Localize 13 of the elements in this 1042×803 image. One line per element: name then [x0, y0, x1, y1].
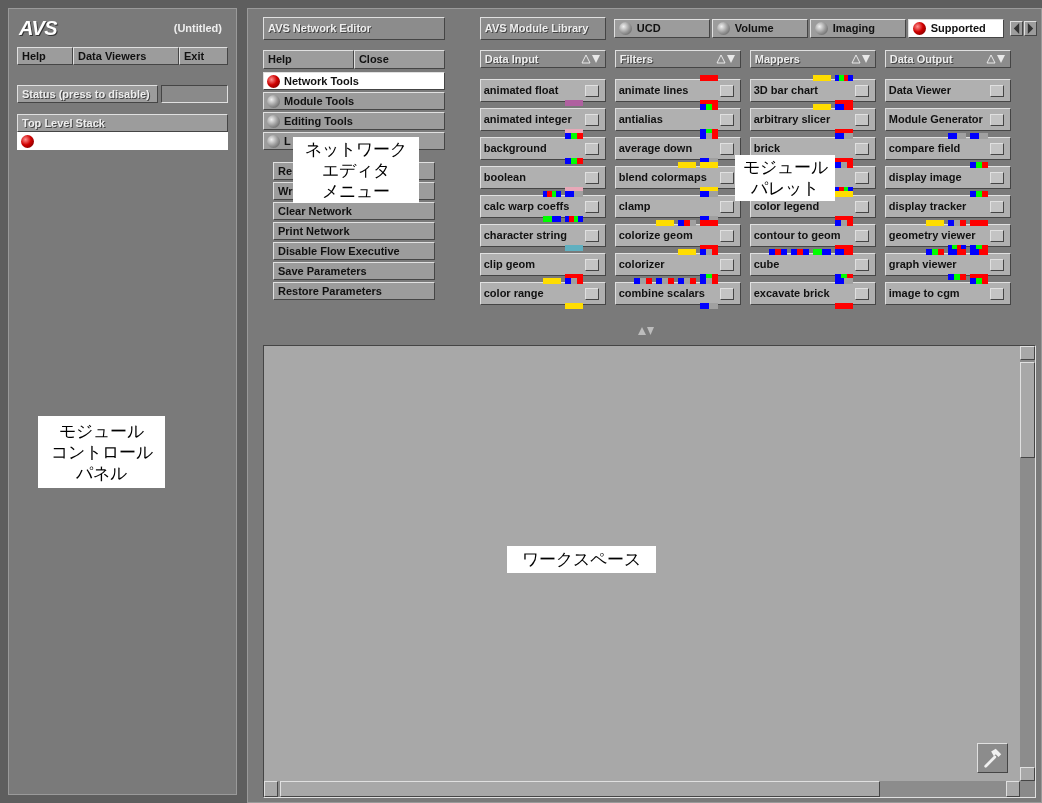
annotation-text: モジュール	[742, 157, 828, 178]
annotation-text: メニュー	[322, 180, 390, 202]
logo: AVS	[19, 16, 58, 41]
stack-header: Top Level Stack	[17, 114, 228, 132]
annotation-text: コントロール	[50, 441, 153, 463]
annotation-text: ワークスペース	[522, 549, 641, 570]
annotation-text: エディタ	[322, 159, 390, 181]
library-title: AVS Module Library	[479, 17, 606, 40]
editor-title: AVS Network Editor	[263, 17, 445, 40]
annotation-text: パネル	[76, 462, 127, 484]
window-title: (Untitled)	[173, 20, 222, 36]
annotation-text: ネットワーク	[305, 138, 407, 160]
annotation-text: モジュール	[59, 420, 144, 442]
